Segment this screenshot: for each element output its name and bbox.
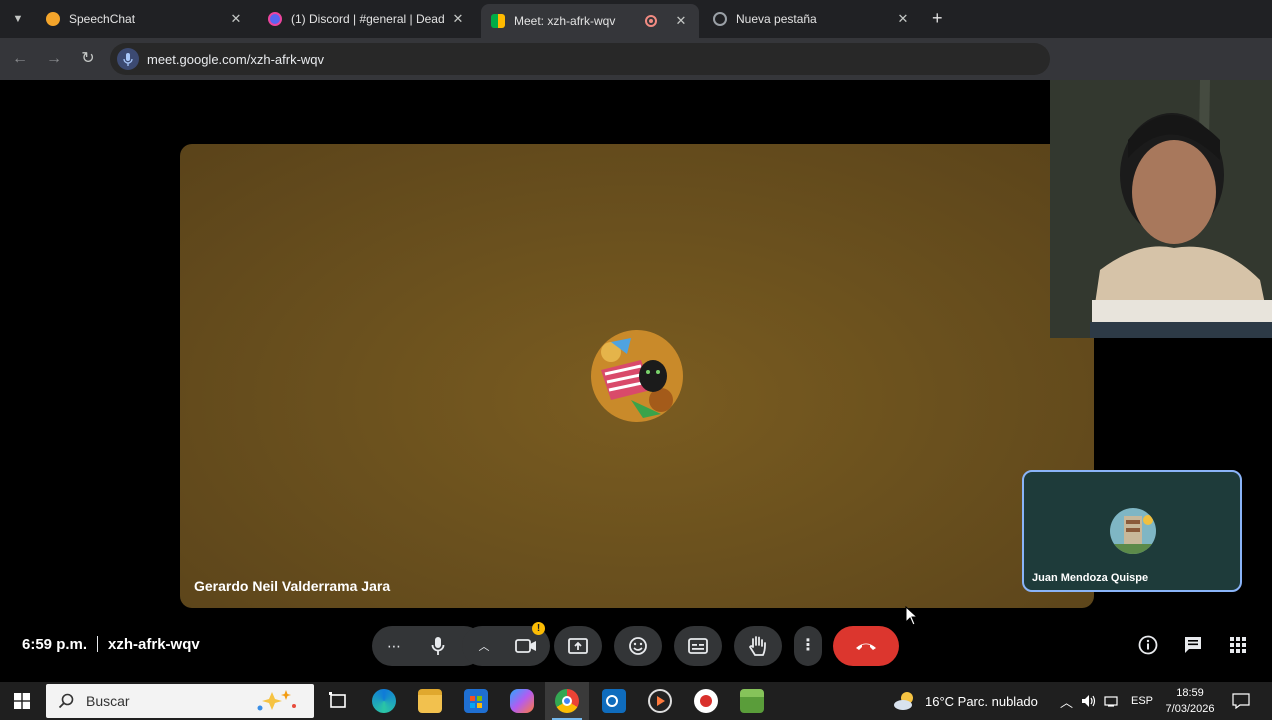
weather-widget[interactable]: 16°C Parc. nublado [893,682,1038,720]
minecraft-icon[interactable] [740,689,764,713]
clock-time: 18:59 [1176,687,1204,699]
edge-icon[interactable] [372,689,396,713]
search-placeholder: Buscar [86,693,130,709]
chrome-icon[interactable] [555,689,579,713]
participant-tile-juan[interactable]: Juan Mendoza Quispe [1022,470,1242,592]
participant-avatar [591,330,683,422]
participant-avatar [1110,508,1156,554]
close-icon[interactable]: ✕ [450,11,466,27]
microphone-access-icon[interactable] [117,48,139,70]
browser-toolbar: ← → ↻ meet.google.com/xzh-afrk-wqv [0,38,1272,80]
tab-title: Nueva pestaña [736,12,817,26]
microphone-icon[interactable] [416,636,460,656]
reload-icon[interactable]: ↻ [78,49,98,69]
recording-icon [645,15,657,27]
task-view-icon[interactable] [326,689,350,713]
clock-date: 7/03/2026 [1165,703,1215,715]
show-hidden-icons-chevron-icon[interactable]: ︿ [1060,682,1073,720]
speechchat-favicon-icon [46,12,60,26]
more-options-button[interactable]: ⋮ [794,626,822,666]
close-icon[interactable]: ✕ [228,11,244,27]
main-participant-name: Gerardo Neil Valderrama Jara [194,578,391,594]
forward-arrow-icon[interactable]: → [44,49,64,69]
present-screen-button[interactable] [554,626,602,666]
close-icon[interactable]: ✕ [895,11,911,27]
tab-new-tab[interactable]: Nueva pestaña ✕ [703,4,921,34]
more-vert-icon: ⋮ [800,637,816,654]
volume-icon[interactable] [1081,682,1097,720]
tab-title: SpeechChat [69,12,136,26]
tab-speechchat[interactable]: SpeechChat ✕ [36,4,254,34]
input-language[interactable]: ESP [1131,682,1153,720]
network-icon[interactable] [1104,682,1118,720]
search-icon [58,693,74,709]
discord-favicon-icon [268,12,282,26]
pip-participant-name: Juan Mendoza Quispe [1032,572,1149,584]
emoji-icon [629,637,647,655]
captions-icon [688,638,708,654]
meet-stage: Gerardo Neil Valderrama Jara Juan Mendoz… [0,80,1272,620]
recorder-app-icon[interactable] [694,689,718,713]
tab-meet[interactable]: Meet: xzh-afrk-wqv ✕ [481,4,699,38]
taskbar-search-box[interactable]: Buscar [46,684,314,718]
url-text: meet.google.com/xzh-afrk-wqv [147,51,325,67]
windows-taskbar: Buscar 16°C Parc. nublado ︿ ESP 18:59 7/… [0,682,1272,720]
self-view-video[interactable] [1050,80,1272,338]
weather-text: 16°C Parc. nublado [925,693,1038,709]
camera-icon[interactable] [506,638,546,654]
tab-title: Meet: xzh-afrk-wqv [514,14,616,28]
meeting-code: xzh-afrk-wqv [108,636,200,653]
address-bar[interactable]: meet.google.com/xzh-afrk-wqv [110,43,1050,75]
meeting-details: 6:59 p.m. xzh-afrk-wqv [22,636,200,653]
tab-discord[interactable]: (1) Discord | #general | Dead an ✕ [258,4,476,34]
partly-cloudy-icon [893,690,917,712]
back-arrow-icon[interactable]: ← [10,49,30,69]
close-icon[interactable]: ✕ [673,13,689,29]
tab-search-icon[interactable]: ▼ [8,9,28,29]
notifications-icon[interactable] [1232,682,1250,720]
reactions-button[interactable] [614,626,662,666]
chevron-up-icon[interactable]: ︿ [462,638,506,654]
mouse-pointer-icon [905,605,919,631]
meet-favicon-icon [491,14,505,28]
taskbar-clock[interactable]: 18:59 7/03/2026 [1162,685,1218,717]
outlook-icon[interactable] [602,689,626,713]
present-screen-icon [568,638,588,654]
captions-button[interactable] [674,626,722,666]
raise-hand-button[interactable] [734,626,782,666]
meeting-time: 6:59 p.m. [22,636,88,653]
divider [97,636,99,652]
meet-control-bar: 6:59 p.m. xzh-afrk-wqv ⋯ ︿ ! ⋮ [0,620,1272,682]
microsoft-store-icon[interactable] [464,689,488,713]
new-tab-plus-icon[interactable]: + [932,9,943,27]
search-highlight-icon [254,688,300,714]
file-explorer-icon[interactable] [418,689,442,713]
activities-icon[interactable] [1227,634,1249,656]
chrome-favicon-icon [713,12,727,26]
hand-icon [748,636,766,656]
browser-tab-bar: ▼ SpeechChat ✕ (1) Discord | #general | … [0,0,1272,38]
meeting-info-icon[interactable] [1137,634,1159,656]
windows-start-icon[interactable] [14,693,30,714]
main-participant-tile[interactable]: Gerardo Neil Valderrama Jara [180,144,1094,608]
media-player-icon[interactable] [648,689,672,713]
chat-icon[interactable] [1182,634,1204,656]
audio-options-icon[interactable]: ⋯ [372,638,416,655]
hang-up-icon [856,643,876,650]
leave-call-button[interactable] [833,626,899,666]
camera-warning-icon: ! [532,622,545,635]
copilot-icon[interactable] [510,689,534,713]
tab-title: (1) Discord | #general | Dead an [291,12,444,26]
